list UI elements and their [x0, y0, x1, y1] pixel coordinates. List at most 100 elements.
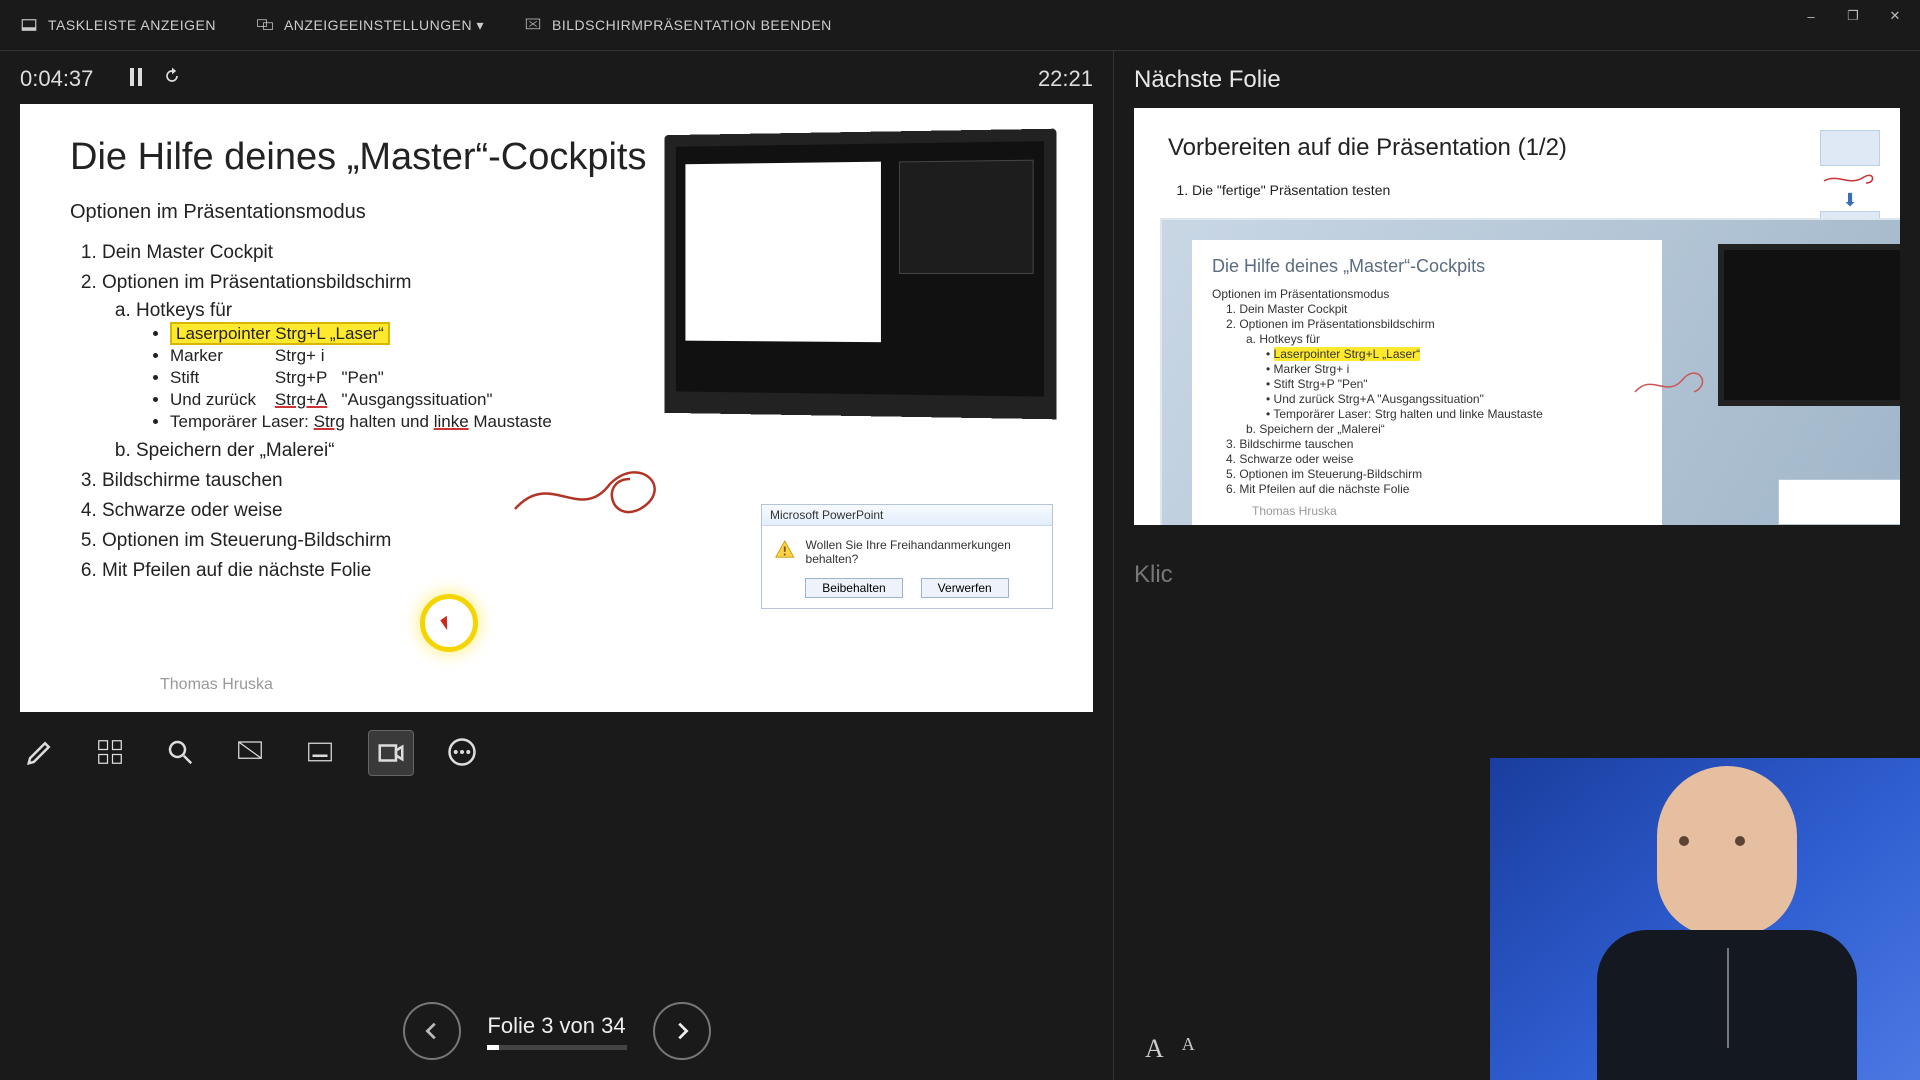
- end-slideshow-cmd[interactable]: BILDSCHIRMPRÄSENTATION BEENDEN: [524, 16, 832, 34]
- zoom-tool-button[interactable]: [158, 730, 202, 774]
- laser-pointer-spot: [420, 594, 478, 652]
- display-settings-label: ANZEIGEEINSTELLUNGEN ▾: [284, 17, 484, 34]
- elapsed-timer: 0:04:37: [20, 66, 110, 92]
- end-show-label: BILDSCHIRMPRÄSENTATION BEENDEN: [552, 17, 832, 33]
- next-slide-point-1: Die "fertige" Präsentation testen: [1192, 182, 1866, 198]
- subtitle-button[interactable]: [298, 730, 342, 774]
- show-taskbar-label: TASKLEISTE ANZEIGEN: [48, 17, 216, 33]
- photo-scribble: [1632, 370, 1712, 400]
- photo-document: Die Hilfe deines „Master“-Cockpits Optio…: [1192, 240, 1662, 525]
- subtitle-icon: [305, 737, 335, 767]
- photo-l1: Dein Master Cockpit: [1239, 302, 1347, 316]
- minimize-button[interactable]: –: [1796, 6, 1826, 26]
- presenter-figure: [1587, 766, 1867, 1080]
- slide-author: Thomas Hruska: [160, 676, 273, 694]
- hk-back-note: "Ausgangssituation": [342, 390, 493, 409]
- current-slide[interactable]: Die Hilfe deines „Master“-Cockpits Optio…: [20, 104, 1093, 712]
- reset-timer-button[interactable]: [162, 66, 182, 92]
- hk-tl-mid: halten und: [350, 412, 429, 431]
- show-taskbar-cmd[interactable]: TASKLEISTE ANZEIGEN: [20, 16, 216, 34]
- photo-l5: Optionen im Steuerung-Bildschirm: [1239, 467, 1422, 481]
- magnifier-icon: [165, 737, 195, 767]
- hk-marker-name: Marker: [170, 346, 223, 365]
- slide-item-2b: Speichern der „Malerei“: [136, 440, 1043, 462]
- chevron-left-icon: [421, 1020, 443, 1042]
- next-slide-title: Vorbereiten auf die Präsentation (1/2): [1168, 134, 1866, 162]
- hk-back-key: Strg+A: [275, 390, 327, 409]
- photo-sub: Optionen im Präsentationsmodus: [1212, 287, 1642, 301]
- font-increase-button[interactable]: A: [1145, 1034, 1164, 1064]
- see-all-slides-button[interactable]: [88, 730, 132, 774]
- close-button[interactable]: ✕: [1880, 6, 1910, 26]
- photo-monitor-graphic: [1718, 244, 1900, 406]
- ink-scribble: [510, 464, 680, 524]
- hk-tl-end: Maustaste: [473, 412, 551, 431]
- dialog-message: Wollen Sie Ihre Freihandanmerkungen beha…: [806, 538, 1040, 566]
- wall-clock: 22:21: [1038, 66, 1093, 92]
- reset-icon: [162, 66, 182, 86]
- pause-timer-button[interactable]: [128, 66, 144, 92]
- photo-l4: Schwarze oder weise: [1239, 452, 1353, 466]
- hk-marker-key: Strg+ i: [275, 346, 325, 365]
- blank-screen-icon: [235, 737, 265, 767]
- hk-back-name: Und zurück: [170, 390, 256, 409]
- photo-p2: Marker Strg+ i: [1274, 362, 1350, 376]
- photo-p3: Stift Strg+P "Pen": [1274, 377, 1368, 391]
- speaker-notes[interactable]: Klic: [1134, 561, 1900, 589]
- hk-tl-key: Strg: [314, 412, 345, 431]
- photo-l2a: Hotkeys für: [1259, 332, 1320, 346]
- ink-keep-dialog: Microsoft PowerPoint Wollen Sie Ihre Fre…: [761, 504, 1053, 609]
- restore-button[interactable]: ❐: [1838, 6, 1868, 26]
- display-settings-icon: [256, 16, 274, 34]
- dialog-keep-button[interactable]: Beibehalten: [805, 578, 902, 598]
- next-slide-header: Nächste Folie: [1134, 66, 1900, 94]
- slide-nav: Folie 3 von 34: [0, 1002, 1113, 1060]
- end-show-icon: [524, 16, 542, 34]
- font-decrease-button[interactable]: A: [1182, 1034, 1195, 1064]
- hk-tl-linke: linke: [434, 412, 469, 431]
- next-slide-preview[interactable]: Vorbereiten auf die Präsentation (1/2) D…: [1134, 108, 1900, 525]
- black-screen-button[interactable]: [228, 730, 272, 774]
- hk-pen-key: Strg+P: [275, 368, 327, 387]
- photo-author: Thomas Hruska: [1212, 504, 1642, 518]
- grid-icon: [95, 737, 125, 767]
- pause-icon: [128, 68, 144, 86]
- photo-l2: Optionen im Präsentationsbildschirm: [1239, 317, 1434, 331]
- next-slide-button[interactable]: [653, 1002, 711, 1060]
- arrow-down-icon: ⬇: [1820, 190, 1880, 211]
- presenter-left-pane: 0:04:37 22:21 Die Hilfe deines „Master“-…: [0, 51, 1113, 1080]
- dialog-discard-button[interactable]: Verwerfen: [921, 578, 1009, 598]
- display-settings-cmd[interactable]: ANZEIGEEINSTELLUNGEN ▾: [256, 16, 484, 34]
- hk-pen-note: "Pen": [342, 368, 384, 387]
- photo-p1: Laserpointer Strg+L „Laser“: [1274, 347, 1421, 361]
- hotkey-laser-text: Laserpointer Strg+L „Laser“: [170, 322, 390, 345]
- photo-l6: Mit Pfeilen auf die nächste Folie: [1239, 482, 1409, 496]
- notes-font-size: A A: [1145, 1034, 1195, 1064]
- photo-l3: Bildschirme tauschen: [1239, 437, 1353, 451]
- pen-icon: [25, 737, 55, 767]
- slide-monitor-graphic: [664, 129, 1056, 420]
- hk-pen-name: Stift: [170, 368, 199, 387]
- presenter-topbar: TASKLEISTE ANZEIGEN ANZEIGEEINSTELLUNGEN…: [0, 0, 1920, 51]
- pen-tool-button[interactable]: [18, 730, 62, 774]
- photo-title: Die Hilfe deines „Master“-Cockpits: [1212, 256, 1642, 277]
- camera-button[interactable]: [368, 730, 414, 776]
- cursor-icon: [440, 616, 453, 630]
- photo-dialog-graphic: [1778, 479, 1900, 525]
- hk-tl-name: Temporärer Laser:: [170, 412, 309, 431]
- photo-l2b: Speichern der „Malerei“: [1259, 422, 1384, 436]
- chevron-right-icon: [671, 1020, 693, 1042]
- slide-item-2-label: Optionen im Präsentationsbildschirm: [102, 272, 411, 293]
- presenter-tools: [0, 712, 1113, 776]
- ink-scribble-mini: [1820, 173, 1878, 185]
- slide-counter: Folie 3 von 34: [487, 1013, 627, 1039]
- camera-preview[interactable]: [1490, 758, 1920, 1080]
- next-slide-photo: Die Hilfe deines „Master“-Cockpits Optio…: [1160, 218, 1900, 525]
- warning-icon: [774, 538, 796, 562]
- photo-p4: Und zurück Strg+A "Ausgangssituation": [1274, 392, 1484, 406]
- hotkeys-label: Hotkeys für: [136, 300, 232, 321]
- prev-slide-button[interactable]: [403, 1002, 461, 1060]
- more-tools-button[interactable]: [440, 730, 484, 774]
- slide-progress: [487, 1045, 627, 1050]
- photo-p5: Temporärer Laser: Strg halten und linke …: [1273, 407, 1542, 421]
